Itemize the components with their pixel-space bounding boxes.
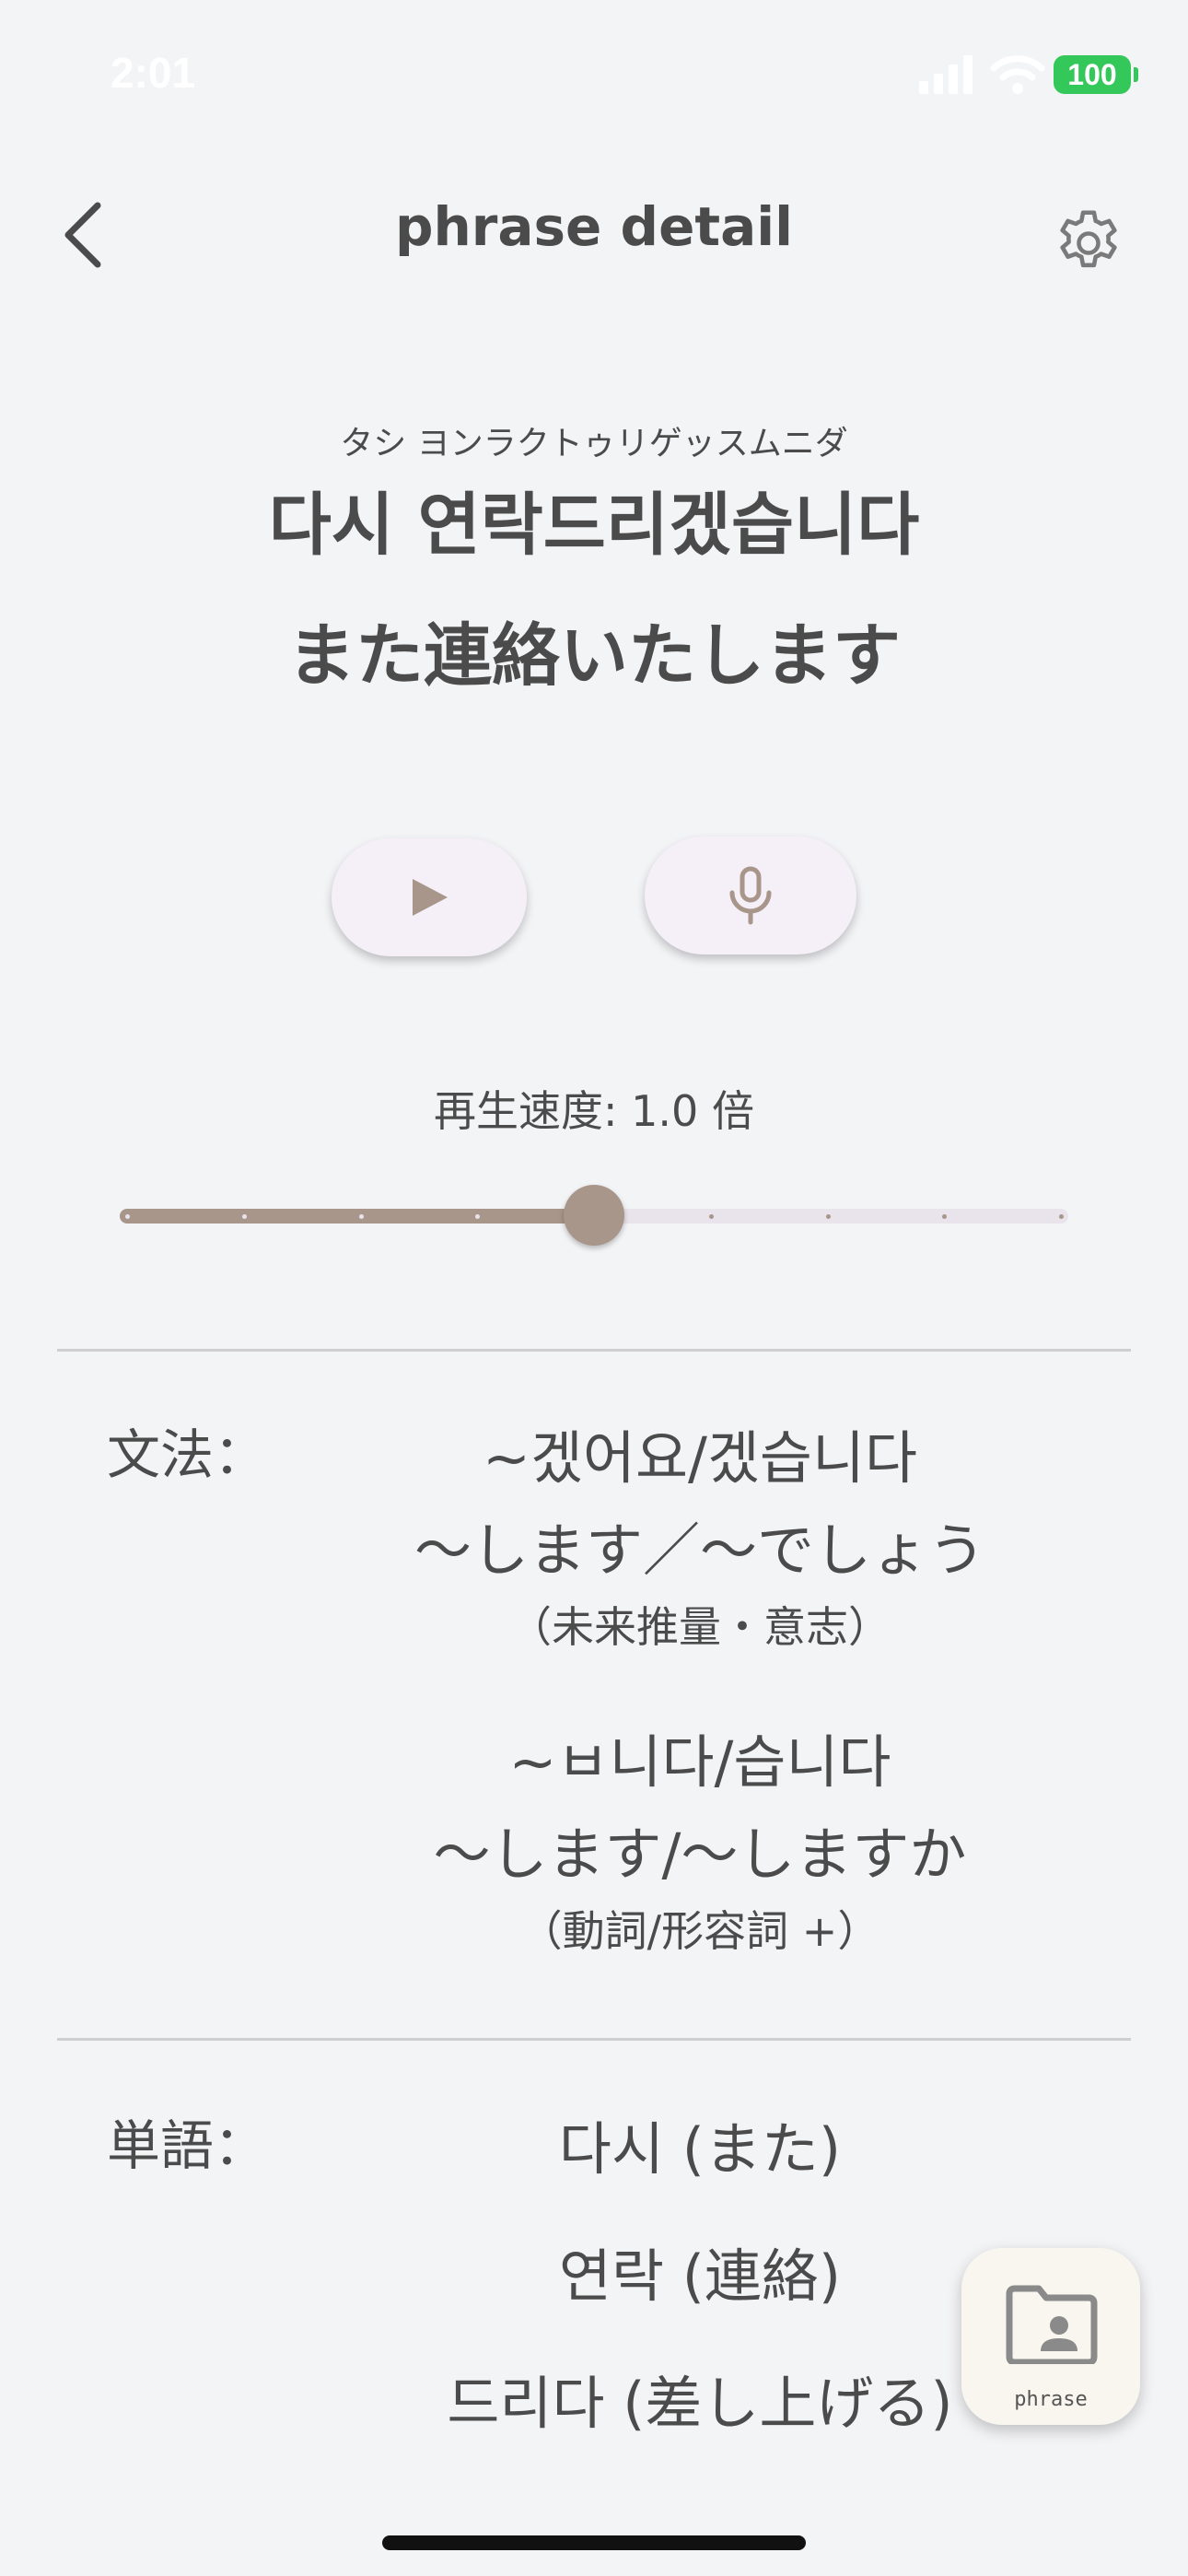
wifi-icon xyxy=(990,55,1045,94)
slider-tick xyxy=(358,1214,364,1219)
vocabulary-item: 연락 (連絡) xyxy=(558,2242,842,2310)
slider-tick xyxy=(825,1214,831,1219)
vocabulary-item: 드리다 (差し上げる) xyxy=(447,2370,953,2437)
slider-fill xyxy=(120,1209,594,1224)
grammar-label: 文法： xyxy=(107,1423,268,1486)
grammar-korean-1: ~겠어요/겠습니다 xyxy=(482,1424,918,1492)
divider xyxy=(57,2038,1131,2041)
folder-person-icon xyxy=(1006,2285,1098,2364)
cellular-signal-icon xyxy=(919,55,973,94)
grammar-note-1: （未来推量・意志） xyxy=(509,1602,891,1652)
phrase-japanese: また連絡いたします xyxy=(287,616,901,696)
playback-speed-slider[interactable] xyxy=(120,1185,1068,1246)
play-button[interactable] xyxy=(332,838,527,956)
phrase-korean: 다시 연락드리겠습니다 xyxy=(268,486,920,565)
gear-icon[interactable] xyxy=(1050,205,1127,282)
grammar-japanese-1: 〜します／〜でしょう xyxy=(413,1516,985,1584)
record-button[interactable] xyxy=(645,837,856,954)
playback-speed-label: 再生速度: 1.0 倍 xyxy=(434,1086,754,1136)
slider-tick xyxy=(125,1214,130,1219)
status-time: 2:01 xyxy=(111,49,196,97)
slider-tick xyxy=(708,1214,714,1219)
home-indicator xyxy=(382,2535,806,2550)
phrase-reading: タシ ヨンラクトゥリゲッスムニダ xyxy=(340,425,848,463)
microphone-icon xyxy=(729,866,772,925)
divider xyxy=(57,1349,1131,1352)
grammar-korean-2: ~ㅂ니다/습니다 xyxy=(508,1728,891,1796)
play-icon xyxy=(413,879,448,916)
vocabulary-label: 単語： xyxy=(107,2114,268,2177)
grammar-note-2: （動詞/形容詞 +） xyxy=(519,1906,880,1956)
slider-thumb[interactable] xyxy=(564,1185,624,1246)
slider-tick xyxy=(1059,1214,1064,1219)
battery-indicator: 100 xyxy=(1054,55,1138,94)
page-title: phrase detail xyxy=(394,195,794,258)
fab-label: phrase xyxy=(1014,2388,1088,2411)
vocabulary-item: 다시 (また) xyxy=(558,2115,842,2183)
slider-tick xyxy=(241,1214,247,1219)
phrase-folder-button[interactable]: phrase xyxy=(961,2248,1140,2425)
grammar-japanese-2: 〜します/〜しますか xyxy=(433,1821,967,1888)
